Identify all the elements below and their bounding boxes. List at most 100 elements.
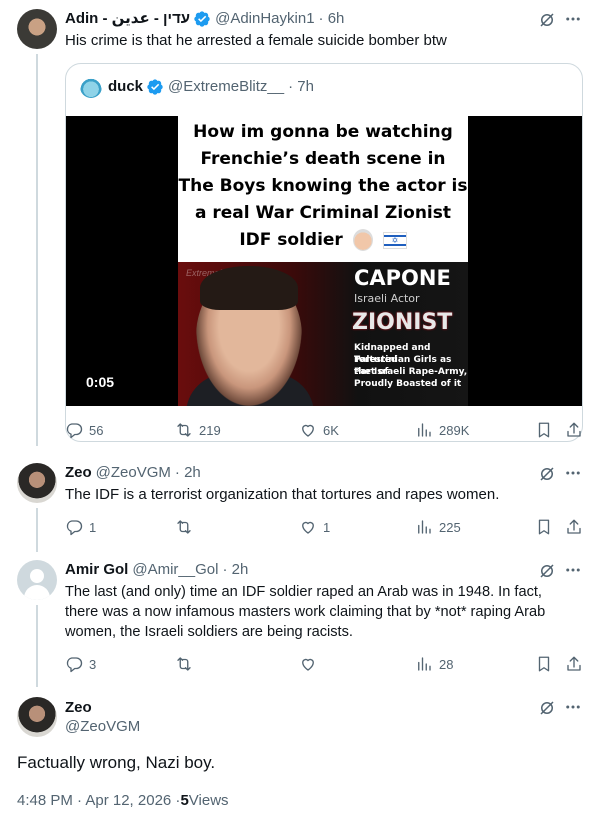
grok-icon[interactable] — [537, 698, 557, 718]
share-icon — [567, 422, 581, 437]
main-tweet-timestamp[interactable]: 4:48 PM · Apr 12, 2026 · — [17, 791, 180, 811]
views-icon — [418, 657, 431, 671]
reply-icon — [66, 657, 83, 673]
quote-author-name[interactable]: duck — [108, 77, 143, 97]
reply-button[interactable]: 3 — [65, 654, 96, 674]
reply-button[interactable]: 1 — [65, 517, 96, 537]
like-button[interactable] — [299, 654, 323, 674]
bookmark-icon — [538, 422, 550, 438]
tweet-text: The last (and only) time an IDF soldier … — [65, 582, 585, 642]
tweet-text: His crime is that he arrested a female s… — [65, 32, 447, 49]
tweet-text-line: women, the Israeli soldiers are being ra… — [65, 624, 353, 640]
capone-title: CAPONE — [354, 266, 451, 290]
action-bar: 1 1 225 — [65, 517, 585, 537]
author-name[interactable]: Adin - עדין - عدين — [65, 9, 190, 29]
avatar[interactable] — [17, 560, 57, 600]
views-count: 28 — [439, 656, 454, 672]
like-button[interactable]: 1 — [299, 517, 330, 537]
views-icon — [418, 423, 431, 437]
repost-icon — [177, 520, 191, 534]
author-name[interactable]: Zeo — [65, 463, 92, 483]
reply-count: 1 — [89, 519, 97, 535]
thread-line — [36, 508, 38, 552]
tweet-text: The IDF is a terrorist organization that… — [65, 486, 500, 503]
main-tweet-meta: 4:48 PM · Apr 12, 2026 · 5 Views — [17, 791, 229, 811]
like-count: 1 — [323, 519, 331, 535]
verified-badge-icon — [194, 11, 210, 27]
quoted-tweet[interactable]: duck @ExtremeBlitz__ · 7h How im gonna b… — [65, 63, 583, 442]
avatar[interactable] — [80, 76, 102, 98]
repost-icon — [177, 657, 191, 671]
repost-button[interactable] — [175, 654, 199, 674]
tweet-time[interactable]: · 6h — [319, 9, 345, 29]
grok-icon[interactable] — [537, 10, 557, 30]
like-button[interactable]: 6K — [299, 420, 339, 440]
repost-button[interactable]: 219 — [175, 420, 221, 440]
portrait-hair — [200, 266, 298, 310]
verified-badge-icon — [147, 79, 163, 95]
main-author-name[interactable]: Zeo — [65, 698, 92, 718]
meme-line: IDF soldier — [239, 230, 343, 250]
grok-icon[interactable] — [537, 464, 557, 484]
bookmark-icon — [538, 519, 550, 535]
quote-time[interactable]: · 7h — [288, 77, 314, 97]
repost-button[interactable] — [175, 517, 199, 537]
video-duration: 0:05 — [86, 374, 115, 390]
views-count: 225 — [439, 519, 461, 535]
author-handle[interactable]: @ZeoVGM — [96, 463, 171, 483]
more-icon[interactable] — [563, 9, 583, 29]
main-author-handle[interactable]: @ZeoVGM — [65, 717, 140, 737]
reply-button[interactable]: 56 — [65, 420, 103, 440]
tweet-header: Zeo @ZeoVGM · 2h — [65, 463, 201, 483]
views-button[interactable]: 289K — [415, 420, 469, 440]
views-count: 289K — [439, 422, 470, 438]
meme-line: a real War Criminal Zionist — [195, 203, 451, 223]
like-count: 6K — [323, 422, 339, 438]
author-name[interactable]: Amir Gol — [65, 560, 128, 580]
repost-count: 219 — [199, 422, 221, 438]
bookmark-button[interactable] — [535, 420, 553, 440]
views-button[interactable]: 28 — [415, 654, 453, 674]
views-icon — [418, 520, 431, 534]
main-tweet-views-count: 5 — [180, 792, 189, 809]
israeli-actor-label: Israeli Actor — [354, 292, 420, 305]
like-icon — [302, 424, 314, 437]
author-handle[interactable]: @AdinHaykin1 — [215, 9, 314, 29]
main-tweet-text: Factually wrong, Nazi boy. — [17, 753, 216, 772]
views-button[interactable]: 225 — [415, 517, 461, 537]
bookmark-button[interactable] — [535, 517, 553, 537]
share-icon — [567, 656, 581, 671]
israel-flag-icon: ✡ — [382, 231, 407, 249]
avatar[interactable] — [17, 697, 57, 737]
reply-count: 3 — [89, 656, 97, 672]
thread-line — [36, 605, 38, 687]
more-icon[interactable] — [563, 560, 583, 580]
quote-header: duck @ExtremeBlitz__ · 7h — [108, 77, 314, 97]
tweet-header: Adin - עדין - عدين @AdinHaykin1 · 6h — [65, 9, 344, 29]
meme-line-last: IDF soldier ✡ — [178, 227, 468, 254]
avatar[interactable] — [17, 9, 57, 49]
share-button[interactable] — [565, 654, 583, 674]
more-icon[interactable] — [563, 463, 583, 483]
tweet-time[interactable]: · 2h — [222, 560, 248, 580]
quote-author-handle[interactable]: @ExtremeBlitz__ — [168, 77, 284, 97]
share-button[interactable] — [565, 420, 583, 440]
reply-icon — [66, 423, 83, 439]
tweet-time[interactable]: · 2h — [175, 463, 201, 483]
bookmark-icon — [538, 656, 550, 672]
bookmark-button[interactable] — [535, 654, 553, 674]
tweet-text-line: The last (and only) time an IDF soldier … — [65, 584, 542, 600]
avatar[interactable] — [17, 463, 57, 503]
grok-icon[interactable] — [537, 561, 557, 581]
meme-line: How im gonna be watching — [193, 122, 453, 142]
video-player[interactable]: How im gonna be watching Frenchie’s deat… — [66, 116, 582, 406]
more-icon[interactable] — [563, 697, 583, 717]
caption-line: the Israeli Rape-Army, — [354, 367, 468, 377]
author-handle[interactable]: @Amir__Gol — [132, 560, 218, 580]
like-icon — [302, 521, 314, 534]
reply-count: 56 — [89, 422, 104, 438]
meme-text-panel: How im gonna be watching Frenchie’s deat… — [178, 116, 468, 262]
action-bar: 56 219 6K 289K — [65, 420, 585, 440]
share-button[interactable] — [565, 517, 583, 537]
thread-line — [36, 54, 38, 446]
